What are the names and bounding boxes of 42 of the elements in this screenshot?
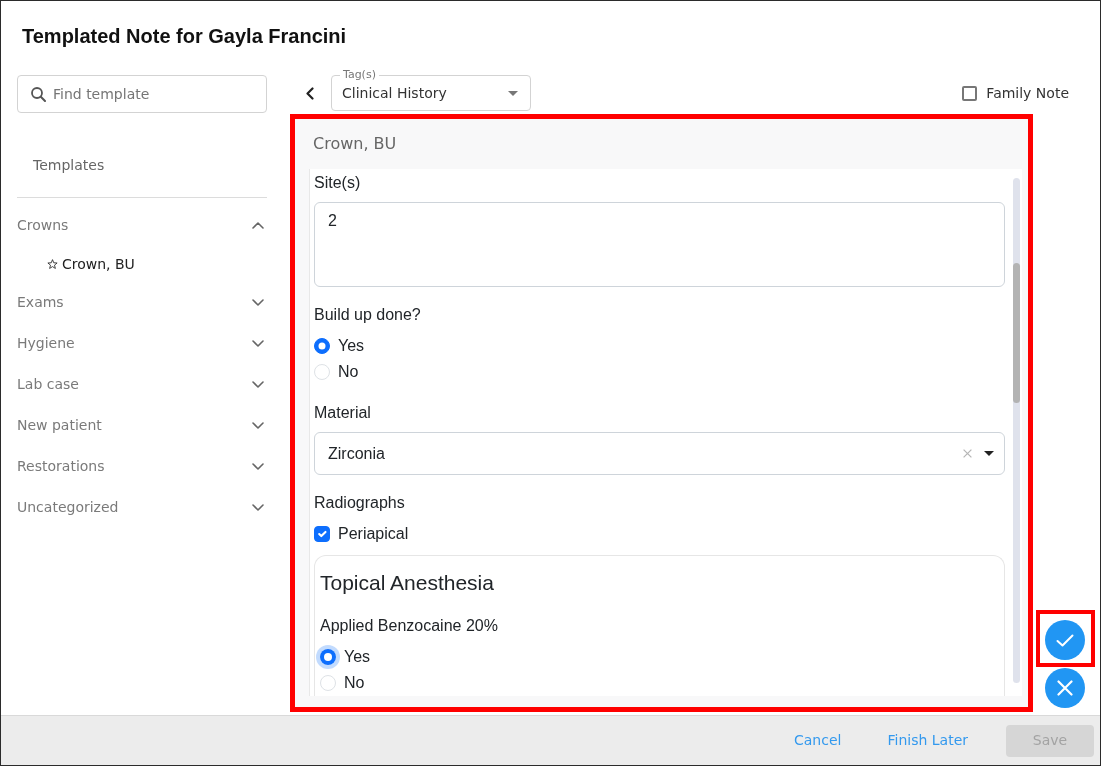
category-item[interactable]: Lab case [17, 364, 267, 405]
field-label: Tag(s) [340, 68, 379, 82]
field-label: Site(s) [314, 173, 361, 193]
link-button[interactable]: Finish Later [879, 726, 976, 755]
search-field[interactable]: Find template [17, 75, 267, 113]
category-item[interactable]: New patient [17, 405, 267, 446]
select-field[interactable]: Zirconia [314, 432, 1005, 475]
category-item[interactable]: Hygiene [17, 323, 267, 364]
category-item[interactable]: Crowns [17, 205, 267, 246]
category-item[interactable]: Exams [17, 282, 267, 323]
close-icon [1057, 680, 1073, 696]
clear-icon [963, 449, 972, 458]
radio-label: No [344, 673, 365, 693]
scrollbar[interactable] [1013, 178, 1020, 683]
chevron-left-icon [306, 86, 314, 100]
checkbox-label: Family Note [986, 83, 1069, 103]
radio-label: Yes [338, 336, 365, 356]
caret-down-icon [508, 90, 518, 96]
field-label: Material [314, 403, 371, 423]
sidebar-heading: Templates [33, 157, 105, 173]
checkbox[interactable] [314, 526, 330, 542]
caret-down-icon [984, 451, 994, 456]
check-icon [1056, 633, 1074, 647]
panel-title: Crown, BU [313, 133, 397, 155]
checkbox[interactable] [962, 85, 978, 101]
confirm-button[interactable] [1045, 620, 1085, 660]
search-icon [31, 87, 46, 102]
category-item[interactable]: Uncategorized [17, 487, 267, 528]
checkbox-label: Periapical [338, 524, 409, 544]
radio-button[interactable] [314, 338, 330, 354]
template-item[interactable]: Crown, BU [17, 246, 135, 282]
section-heading: Topical Anesthesia [320, 570, 494, 596]
textarea-field[interactable]: 2 [314, 202, 1005, 287]
field-label: Radiographs [314, 493, 405, 513]
field-label: Build up done? [314, 305, 421, 325]
radio-label: Yes [344, 647, 371, 667]
dialog-title: Templated Note for Gayla Francini [22, 24, 347, 48]
field-label: Applied Benzocaine 20% [320, 616, 498, 636]
radio-label: No [338, 362, 359, 382]
close-button[interactable] [1045, 668, 1085, 708]
category-item[interactable]: Restorations [17, 446, 267, 487]
link-button[interactable]: Cancel [786, 726, 850, 755]
